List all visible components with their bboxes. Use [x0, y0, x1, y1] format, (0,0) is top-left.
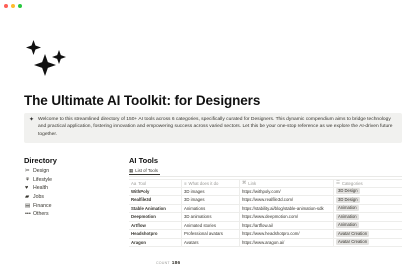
directory-item-label: Design	[33, 168, 50, 175]
tool-category: Animation	[334, 222, 402, 230]
table-row[interactable]: Stable Animation Animations https://stab…	[129, 204, 402, 213]
tool-name: Headshotpro	[129, 230, 182, 238]
tool-category: 3D Design	[334, 196, 402, 204]
ai-tools-heading: AI Tools	[129, 156, 159, 165]
tool-category: Animation	[334, 213, 402, 221]
sparkles-icon	[26, 40, 66, 76]
close-window-button[interactable]	[4, 4, 8, 8]
ellipsis-icon: •••	[25, 211, 31, 218]
directory-item-design[interactable]: ✂ Design	[25, 167, 52, 176]
column-header-category[interactable]: ☰ Categories	[334, 180, 402, 187]
tool-category: Animation	[334, 205, 402, 213]
column-header-label: Tool	[138, 180, 147, 186]
tool-description: Avatars	[182, 238, 240, 246]
tool-name: Deepmotion	[129, 213, 182, 221]
table-icon: ▦	[129, 167, 134, 173]
maximize-window-button[interactable]	[18, 4, 22, 8]
category-tag: Animation	[336, 205, 359, 212]
table-row[interactable]: Artflow Animated stories https://artflow…	[129, 221, 402, 230]
link-icon: ⌘	[242, 180, 247, 186]
column-header-tool[interactable]: Aa Tool	[129, 180, 182, 187]
directory-item-others[interactable]: ••• Others	[25, 210, 52, 219]
divider	[129, 176, 402, 177]
text-lines-icon: ≡	[184, 180, 187, 186]
tab-list-of-tools[interactable]: ▦ List of Tools	[129, 167, 160, 175]
tool-description: 3D animations	[182, 213, 240, 221]
directory-item-lifestyle[interactable]: ⚘ Lifestyle	[25, 176, 52, 185]
table-row[interactable]: Headshotpro Professional avatars https:/…	[129, 230, 402, 239]
table-row[interactable]: Deepmotion 3D animations https://www.dee…	[129, 213, 402, 222]
tool-category: Avatar Creation	[334, 230, 402, 238]
row-count[interactable]: COUNT 186	[156, 261, 180, 266]
column-header-label: Link	[248, 180, 257, 186]
directory-list: ✂ Design ⚘ Lifestyle ♥ Health ▰ Jobs ▤ F…	[25, 167, 52, 219]
directory-item-label: Jobs	[33, 194, 44, 201]
tool-category: Avatar Creation	[334, 239, 402, 247]
tool-name: Aragon	[129, 238, 182, 246]
tool-description: 3D images	[182, 187, 240, 195]
minimize-window-button[interactable]	[11, 4, 15, 8]
directory-item-health[interactable]: ♥ Health	[25, 184, 52, 193]
directory-heading: Directory	[24, 156, 57, 165]
table-row[interactable]: Realfile3d 3D images https://www.realfil…	[129, 196, 402, 205]
page-title: The Ultimate AI Toolkit: for Designers	[24, 93, 261, 108]
tools-table: Aa Tool ≡ What does it do ⌘ Link ☰ Categorie…	[129, 179, 402, 247]
tool-name: Artflow	[129, 221, 182, 229]
spark-icon: ✦	[29, 117, 35, 123]
tool-description: 3D images	[182, 196, 240, 204]
category-tag: Avatar Creation	[336, 239, 370, 246]
count-value: 186	[171, 261, 181, 266]
tool-description: Animations	[182, 204, 240, 212]
finance-icon: ▤	[25, 202, 31, 209]
tool-link[interactable]: https://www.deepmotion.com/	[240, 213, 334, 221]
column-header-link[interactable]: ⌘ Link	[240, 180, 334, 187]
text-icon: Aa	[131, 180, 137, 186]
tool-link[interactable]: https://www.aragon.ai/	[240, 238, 334, 246]
tool-name: WithPoly	[129, 187, 182, 195]
category-tag: Avatar Creation	[336, 230, 370, 237]
lifestyle-icon: ⚘	[25, 176, 30, 183]
table-header-row: Aa Tool ≡ What does it do ⌘ Link ☰ Categorie…	[129, 179, 402, 188]
count-label: COUNT	[156, 261, 170, 265]
tool-link[interactable]: https://artflow.ai/	[240, 221, 334, 229]
heart-icon: ♥	[25, 185, 29, 192]
tool-link[interactable]: https://stability.ai/blog/stable-animati…	[240, 204, 334, 212]
table-row[interactable]: Aragon Avatars https://www.aragon.ai/ Av…	[129, 238, 402, 247]
column-header-what[interactable]: ≡ What does it do	[182, 180, 240, 187]
tool-name: Stable Animation	[129, 204, 182, 212]
tool-category: 3D Design	[334, 188, 402, 196]
briefcase-icon: ▰	[25, 194, 30, 201]
directory-item-label: Others	[33, 211, 49, 218]
column-header-label: What does it do	[188, 180, 219, 186]
tool-description: Professional avatars	[182, 230, 240, 238]
callout-text: Welcome to this streamlined directory of…	[38, 117, 393, 137]
tool-link[interactable]: https://www.realfile3d.com/	[240, 196, 334, 204]
directory-item-label: Lifestyle	[33, 176, 53, 183]
tool-link[interactable]: https://withpoly.com/	[240, 187, 334, 195]
directory-item-label: Health	[33, 185, 48, 192]
tab-label: List of Tools	[135, 168, 158, 173]
category-tag: Animation	[336, 213, 359, 220]
category-tag: Animation	[336, 222, 359, 229]
directory-item-label: Finance	[33, 202, 52, 209]
tool-link[interactable]: https://www.headshotpro.com/	[240, 230, 334, 238]
design-icon: ✂	[25, 168, 30, 175]
directory-item-jobs[interactable]: ▰ Jobs	[25, 193, 52, 202]
table-row[interactable]: WithPoly 3D images https://withpoly.com/…	[129, 187, 402, 196]
tool-description: Animated stories	[182, 221, 240, 229]
intro-callout: ✦ Welcome to this streamlined directory …	[24, 113, 402, 143]
tool-name: Realfile3d	[129, 196, 182, 204]
select-icon: ☰	[336, 180, 340, 186]
window-controls	[4, 4, 22, 8]
column-header-label: Categories	[341, 180, 363, 186]
category-tag: 3D Design	[336, 196, 360, 203]
category-tag: 3D Design	[336, 188, 360, 195]
directory-item-finance[interactable]: ▤ Finance	[25, 201, 52, 210]
